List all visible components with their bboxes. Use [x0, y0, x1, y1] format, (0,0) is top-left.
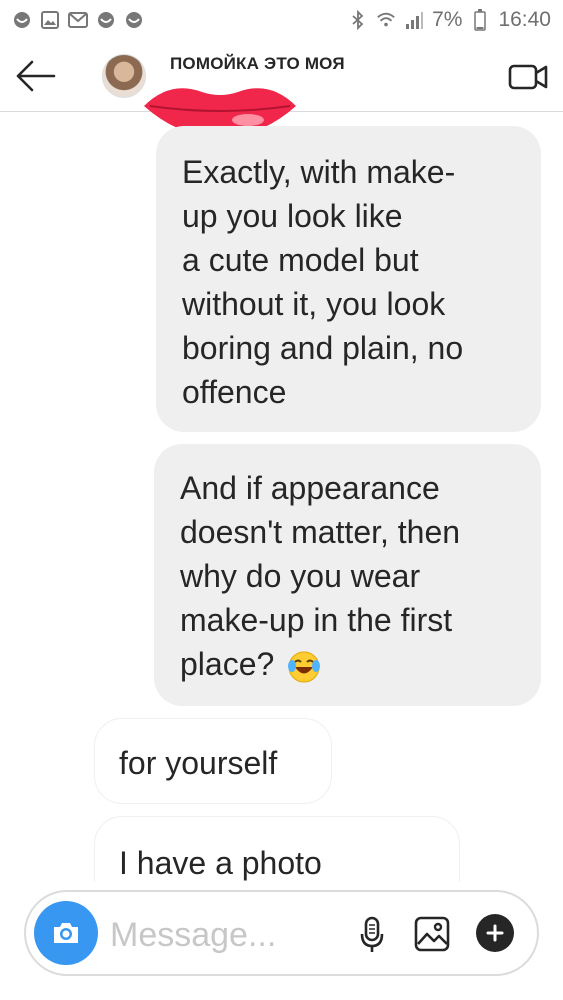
battery-icon — [470, 9, 490, 31]
notification-app-icon — [124, 10, 144, 30]
message-line: Exactly, with make- — [182, 154, 456, 190]
message-input[interactable] — [108, 912, 352, 958]
wifi-icon — [376, 10, 396, 30]
message-line: And if appearance — [180, 470, 440, 506]
message-line: offence — [182, 374, 287, 410]
message-line-with-emoji: place? — [180, 642, 519, 686]
video-call-icon[interactable] — [508, 60, 548, 92]
plus-icon[interactable] — [476, 914, 514, 952]
bluetooth-icon — [348, 10, 368, 30]
notification-icons — [12, 10, 144, 30]
gallery-icon[interactable] — [412, 914, 452, 954]
clock-time: 16:40 — [498, 8, 551, 31]
chat-title[interactable]: ПОМОЙКА ЭТО МОЯ — [170, 54, 345, 74]
incoming-message[interactable]: I have a photo — [94, 816, 460, 882]
message-line: up you look like — [182, 198, 403, 234]
mail-notification-icon — [68, 10, 88, 30]
message-line: make-up in the first — [180, 602, 453, 638]
battery-percent: 7% — [432, 8, 463, 31]
outgoing-message[interactable]: And if appearance doesn't matter, then w… — [154, 444, 541, 706]
message-composer — [24, 890, 539, 976]
message-line: doesn't matter, then — [180, 514, 461, 550]
outgoing-message[interactable]: Exactly, with make- up you look like a c… — [156, 126, 541, 432]
message-line: a cute model but — [182, 242, 419, 278]
back-arrow-icon[interactable] — [14, 56, 58, 96]
notification-app-icon — [12, 10, 32, 30]
system-status: 7% 16:40 — [348, 8, 551, 32]
microphone-icon[interactable] — [352, 914, 392, 956]
message-line: without it, you look — [182, 286, 446, 322]
incoming-message[interactable]: for yourself — [94, 718, 332, 804]
message-line: why do you wear — [180, 558, 421, 594]
camera-icon[interactable] — [34, 901, 98, 965]
status-bar: 7% 16:40 — [0, 0, 563, 40]
chat-header: ПОМОЙКА ЭТО МОЯ — [0, 40, 563, 137]
image-notification-icon — [40, 10, 60, 30]
signal-icon — [404, 10, 424, 30]
message-line: boring and plain, no — [182, 330, 464, 366]
message-line: place? — [180, 646, 275, 682]
message-line: I have a photo — [119, 845, 322, 881]
message-line: for yourself — [119, 745, 278, 781]
notification-app-icon — [96, 10, 116, 30]
message-thread[interactable]: Exactly, with make- up you look like a c… — [0, 112, 563, 882]
tears-of-joy-emoji-icon — [288, 651, 321, 683]
